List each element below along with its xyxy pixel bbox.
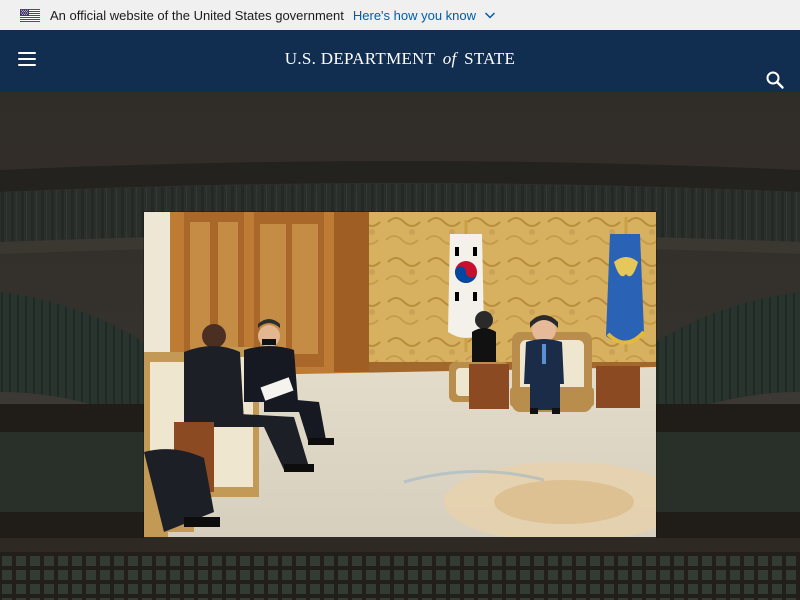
official-website-text: An official website of the United States…	[50, 7, 344, 23]
logo-text-part2: STATE	[464, 49, 516, 68]
site-logo[interactable]: U.S. DEPARTMENT of STATE	[0, 49, 800, 69]
how-you-know-label: Here's how you know	[352, 7, 477, 23]
hero-section	[0, 92, 800, 600]
chevron-down-icon	[484, 9, 496, 21]
gov-banner: An official website of the United States…	[0, 0, 800, 30]
meeting-photo[interactable]	[144, 212, 656, 537]
us-flag-icon	[20, 8, 40, 22]
site-header: U.S. DEPARTMENT of STATE	[0, 30, 800, 92]
search-icon[interactable]	[765, 70, 785, 90]
logo-text-of: of	[442, 49, 457, 68]
how-you-know-link[interactable]: Here's how you know	[353, 8, 496, 23]
logo-text-part1: U.S. DEPARTMENT	[284, 49, 436, 68]
